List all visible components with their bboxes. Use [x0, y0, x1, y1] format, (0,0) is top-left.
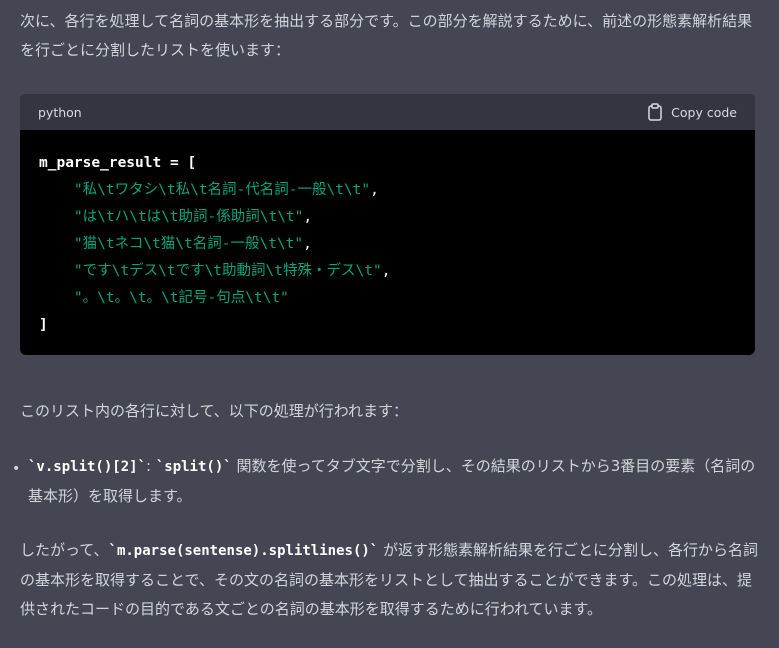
bullet-separator: : [146, 457, 156, 475]
code-line: ] [39, 312, 736, 339]
code-text: m_parse_result = [ [39, 155, 197, 171]
code-line: m_parse_result = [ [39, 150, 736, 177]
bullet-dot: • [12, 461, 21, 477]
code-string: "猫\tネコ\t猫\t名詞-一般\t\t" [73, 236, 304, 252]
bullet-text: `v.split()[2]`: `split()` 関数を使ってタブ文字で分割し… [28, 452, 757, 511]
code-string: "私\tワタシ\t私\t名詞-代名詞-一般\t\t" [73, 182, 371, 198]
code-string: "は\tハ\tは\t助詞-係助詞\t\t" [73, 209, 304, 225]
code-punct: , [370, 182, 379, 198]
bullet-list-item: • `v.split()[2]`: `split()` 関数を使ってタブ文字で分… [12, 452, 757, 511]
paragraph-3: したがって、`m.parse(sentense).splitlines()` が… [20, 536, 760, 624]
code-line: "猫\tネコ\t猫\t名詞-一般\t\t", [39, 231, 736, 258]
inline-code: `split()` [155, 459, 232, 475]
code-header: python Copy code [20, 94, 755, 130]
inline-code: `m.parse(sentense).splitlines()` [108, 543, 379, 559]
para3-pre: したがって、 [20, 541, 109, 559]
code-line: "は\tハ\tは\t助詞-係助詞\t\t", [39, 204, 736, 231]
clipboard-icon [648, 103, 662, 121]
code-language-label: python [38, 104, 82, 120]
code-line: "です\tデス\tです\t助動詞\t特殊・デス\t", [39, 258, 736, 285]
code-punct: , [381, 263, 391, 279]
code-line: "。\t。\t。\t記号-句点\t\t" [39, 285, 736, 312]
copy-code-label: Copy code [671, 104, 737, 120]
code-text: ] [39, 317, 48, 333]
paragraph-2: このリスト内の各行に対して、以下の処理が行われます： [20, 402, 409, 420]
code-line: "私\tワタシ\t私\t名詞-代名詞-一般\t\t", [39, 177, 736, 204]
copy-code-button[interactable]: Copy code [647, 103, 737, 121]
inline-code: `v.split()[2]` [28, 459, 147, 475]
code-block: python Copy code m_parse_result = [ "私\t… [20, 94, 755, 355]
intro-paragraph: 次に、各行を処理して名詞の基本形を抽出する部分です。この部分を解説するために、前… [20, 12, 753, 59]
code-string: "。\t。\t。\t記号-句点\t\t" [73, 290, 289, 306]
code-string: "です\tデス\tです\t助動詞\t特殊・デス\t" [73, 263, 382, 279]
code-body[interactable]: m_parse_result = [ "私\tワタシ\t私\t名詞-代名詞-一般… [20, 130, 755, 339]
code-punct: , [303, 236, 312, 252]
code-punct: , [303, 209, 313, 225]
